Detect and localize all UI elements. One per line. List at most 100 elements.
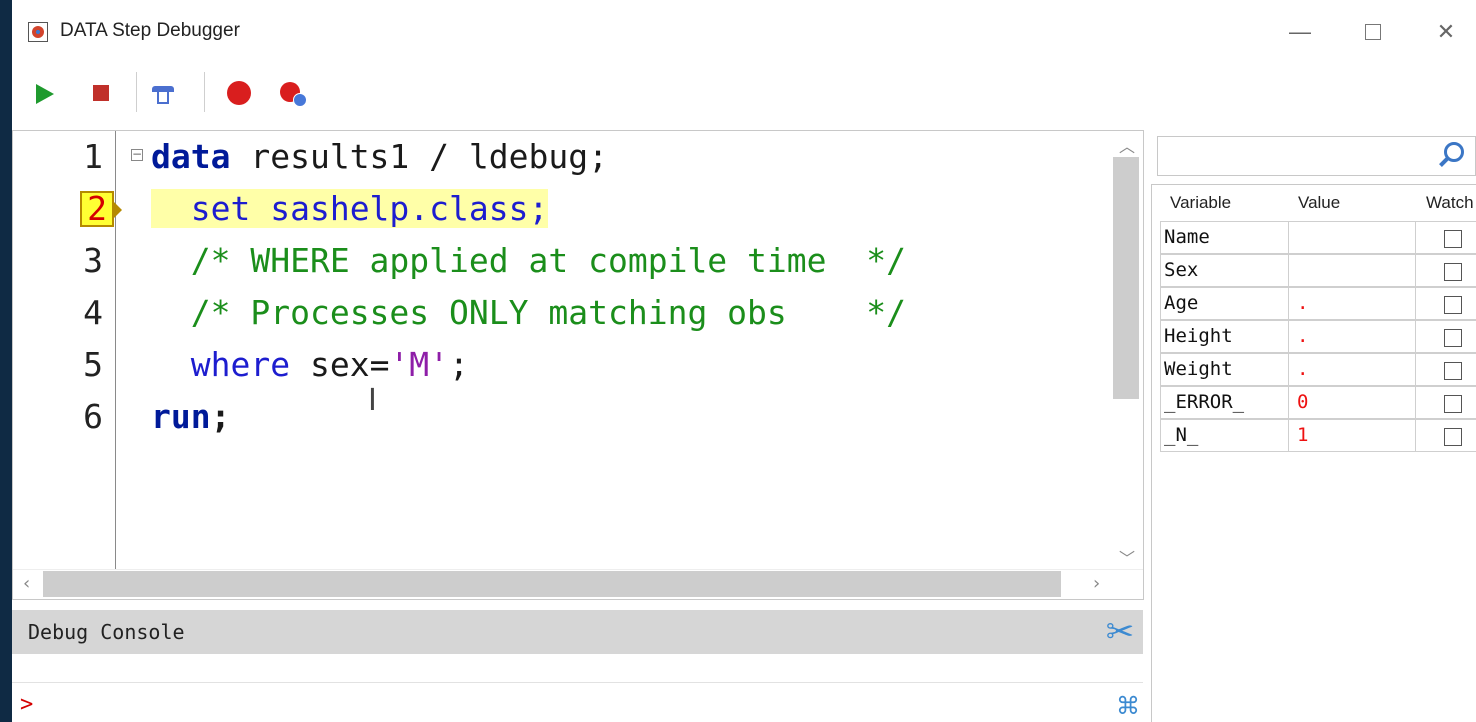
line-number: 5 <box>83 345 103 384</box>
watch-cell <box>1415 254 1476 287</box>
close-button[interactable]: ✕ <box>1423 14 1469 50</box>
console-prompt: > <box>20 692 34 717</box>
code-line-3: 3 /* WHERE applied at compile time */ <box>13 235 1113 287</box>
code-text: /* WHERE applied at compile time */ <box>151 235 906 287</box>
code-string: 'M' <box>389 345 450 384</box>
keyword-where: where <box>190 345 291 384</box>
current-line-marker: 2 <box>80 191 122 227</box>
variable-row[interactable]: _ERROR_ 0 <box>1160 386 1476 419</box>
window-title: DATA Step Debugger <box>60 20 240 41</box>
stop-icon[interactable] <box>87 78 117 108</box>
variable-value: . <box>1288 320 1416 353</box>
code-rest: results1 / ldebug; <box>230 137 608 176</box>
code-text: data results1 / ldebug; <box>151 131 608 183</box>
watch-checkbox[interactable] <box>1444 362 1462 380</box>
column-header-watch[interactable]: Watch <box>1426 193 1474 213</box>
line-number: 4 <box>83 293 103 332</box>
column-header-variable[interactable]: Variable <box>1170 193 1231 213</box>
step-over-icon[interactable] <box>148 78 178 108</box>
toolbar-separator <box>204 72 205 112</box>
code-semicolon: ; <box>210 397 231 436</box>
watch-checkbox[interactable] <box>1444 428 1462 446</box>
code-set-statement: set sashelp.class; <box>190 189 549 228</box>
code-semicolon: ; <box>449 345 469 384</box>
maximize-icon <box>1365 24 1381 40</box>
variable-value: . <box>1288 353 1416 386</box>
clear-breakpoints-icon[interactable] <box>277 78 307 108</box>
watch-checkbox[interactable] <box>1444 329 1462 347</box>
variables-header: Variable Value Watch <box>1152 185 1476 219</box>
code-line-5: 5 where sex='M'; <box>13 339 1113 391</box>
variable-name: _N_ <box>1160 419 1289 452</box>
code-rest: sex= <box>290 345 390 384</box>
vertical-scroll-thumb[interactable] <box>1113 157 1139 399</box>
debug-console-header: Debug Console ✂ <box>12 610 1143 654</box>
code-line-4: 4 /* Processes ONLY matching obs */ <box>13 287 1113 339</box>
variable-name: Height <box>1160 320 1289 353</box>
search-icon[interactable] <box>1438 142 1464 166</box>
line-number: 3 <box>83 241 103 280</box>
variable-row[interactable]: _N_ 1 <box>1160 419 1476 452</box>
command-icon[interactable]: ⌘ <box>1116 692 1140 720</box>
code-text: where sex='M'; <box>151 339 469 391</box>
code-text: run; <box>151 391 230 443</box>
horizontal-scroll-thumb[interactable] <box>43 571 1061 597</box>
variable-search-input[interactable] <box>1157 136 1476 176</box>
variable-name: Name <box>1160 221 1289 254</box>
watch-checkbox[interactable] <box>1444 296 1462 314</box>
variable-value: 0 <box>1288 386 1416 419</box>
code-comment: /* WHERE applied at compile time */ <box>190 241 906 280</box>
keyword-run: run <box>151 397 211 436</box>
maximize-button[interactable] <box>1350 14 1396 50</box>
variable-value: . <box>1288 287 1416 320</box>
debugger-window: DATA Step Debugger — ✕ 1 − data results1… <box>12 0 1476 722</box>
toolbar-separator <box>136 72 137 112</box>
watch-cell <box>1415 320 1476 353</box>
breakpoint-icon[interactable] <box>224 78 254 108</box>
code-comment: /* Processes ONLY matching obs */ <box>190 293 906 332</box>
watch-cell <box>1415 221 1476 254</box>
toolbar <box>12 72 372 112</box>
code-editor[interactable]: 1 − data results1 / ldebug; 2 set sashel… <box>12 130 1144 600</box>
debug-console[interactable]: > ⌘ <box>12 654 1143 722</box>
watch-cell <box>1415 419 1476 452</box>
line-number: 6 <box>83 397 103 436</box>
variable-name: Weight <box>1160 353 1289 386</box>
watch-checkbox[interactable] <box>1444 263 1462 281</box>
variable-name: Age <box>1160 287 1289 320</box>
variable-value: 1 <box>1288 419 1416 452</box>
code-text: set sashelp.class; <box>151 183 549 235</box>
scroll-up-icon[interactable]: ︿ <box>1119 133 1135 157</box>
keyword-data: data <box>151 137 231 176</box>
column-header-value[interactable]: Value <box>1298 193 1340 213</box>
play-icon[interactable] <box>28 78 58 108</box>
title-bar: DATA Step Debugger — ✕ <box>12 0 1476 62</box>
watch-cell <box>1415 287 1476 320</box>
debug-console-title: Debug Console <box>28 620 185 644</box>
code-line-2: 2 set sashelp.class; <box>13 183 1113 235</box>
code-line-1: 1 − data results1 / ldebug; <box>13 131 1113 183</box>
scroll-left-icon[interactable]: ‹ <box>23 573 30 594</box>
variable-row[interactable]: Height. <box>1160 320 1476 353</box>
app-icon <box>28 22 48 42</box>
variable-row[interactable]: Age. <box>1160 287 1476 320</box>
watch-cell <box>1415 386 1476 419</box>
code-text: /* Processes ONLY matching obs */ <box>151 287 906 339</box>
variable-value <box>1288 254 1416 287</box>
scroll-right-icon[interactable]: › <box>1093 573 1100 594</box>
variable-name: _ERROR_ <box>1160 386 1289 419</box>
variable-row[interactable]: Weight. <box>1160 353 1476 386</box>
minimize-button[interactable]: — <box>1277 14 1323 50</box>
code-line-6: 6 run; <box>13 391 1113 443</box>
variable-row[interactable]: Sex <box>1160 254 1476 287</box>
watch-checkbox[interactable] <box>1444 230 1462 248</box>
clear-console-icon[interactable]: ✂ <box>1102 614 1138 650</box>
fold-toggle-icon[interactable]: − <box>131 148 143 161</box>
scroll-down-icon[interactable]: ﹀ <box>1119 545 1135 569</box>
watch-checkbox[interactable] <box>1444 395 1462 413</box>
variables-panel: Variable Value Watch Name Sex Age. Height. W… <box>1151 184 1476 722</box>
watch-cell <box>1415 353 1476 386</box>
line-number: 1 <box>83 137 103 176</box>
variable-row[interactable]: Name <box>1160 221 1476 254</box>
text-cursor-icon: I <box>368 383 377 418</box>
